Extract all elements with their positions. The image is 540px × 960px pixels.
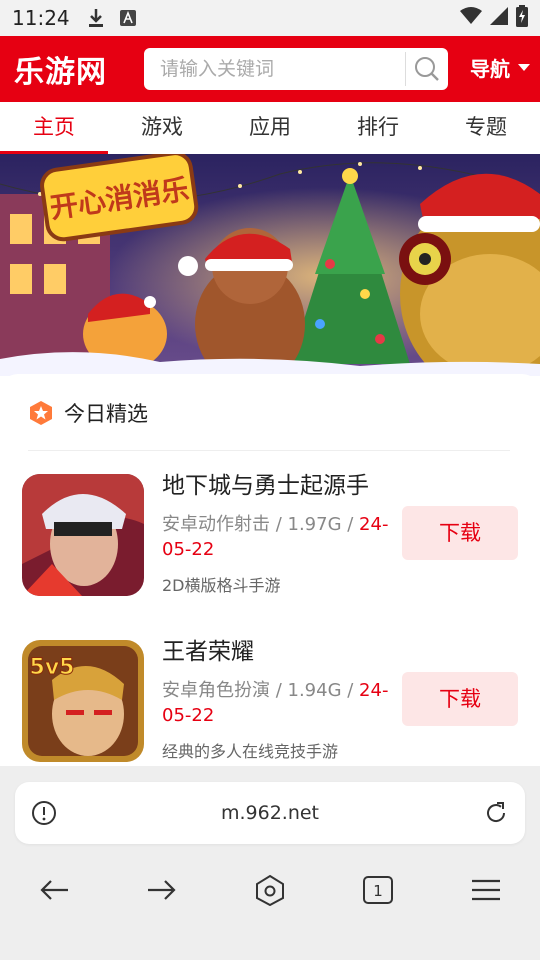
app-icon-dnf[interactable]	[22, 474, 144, 596]
search-icon	[415, 57, 439, 81]
promo-banner[interactable]: 开心消消乐	[0, 154, 540, 376]
tabs-button[interactable]: 1	[348, 862, 408, 918]
caret-down-icon	[518, 63, 530, 71]
home-button[interactable]	[240, 862, 300, 918]
tab-apps[interactable]: 应用	[216, 102, 324, 154]
search-button[interactable]	[406, 48, 448, 90]
wifi-icon	[460, 7, 482, 29]
browser-nav-row: 1	[0, 862, 540, 918]
list-item[interactable]: 地下城与勇士起源手 安卓动作射击 / 1.97G / 24-05-22 2D横版…	[22, 473, 522, 604]
app-icon-wzry[interactable]: 5v5	[22, 640, 144, 762]
battery-icon	[516, 5, 528, 31]
forward-button[interactable]	[132, 862, 192, 918]
section-title: 今日精选	[64, 402, 148, 426]
banner-illustration: 开心消消乐	[0, 154, 540, 376]
app-meta: 安卓角色扮演 / 1.94G / 24-05-22	[162, 678, 398, 728]
reload-button[interactable]	[467, 782, 525, 844]
home-icon	[256, 874, 284, 906]
search-input[interactable]	[144, 49, 405, 89]
site-header: 乐游网 导航	[0, 36, 540, 102]
nav-label: 导航	[470, 57, 510, 81]
arrow-right-icon	[148, 880, 176, 900]
reload-icon	[487, 802, 506, 822]
download-button[interactable]: 下载	[402, 672, 518, 726]
nav-menu-button[interactable]: 导航	[470, 53, 530, 82]
app-category-size: 安卓动作射击 / 1.97G /	[162, 514, 360, 535]
tab-rankings[interactable]: 排行	[324, 102, 432, 154]
tabs-icon: 1	[363, 876, 393, 904]
status-bar: 11:24	[0, 0, 540, 36]
tab-home[interactable]: 主页	[0, 102, 108, 154]
app-description: 2D横版格斗手游	[162, 576, 281, 595]
download-button[interactable]: 下载	[402, 506, 518, 560]
app-icon-text: 5v5	[30, 655, 75, 680]
address-bar[interactable]: m.962.net	[15, 782, 525, 844]
arrow-left-icon	[40, 880, 68, 900]
category-tabs: 主页 游戏 应用 排行 专题	[0, 102, 540, 154]
site-info-button[interactable]	[15, 782, 73, 844]
section-divider	[28, 450, 510, 451]
tab-games[interactable]: 游戏	[108, 102, 216, 154]
app-name[interactable]: 地下城与勇士起源手	[162, 466, 369, 500]
app-meta: 安卓动作射击 / 1.97G / 24-05-22	[162, 512, 398, 562]
site-logo[interactable]: 乐游网	[14, 47, 134, 91]
star-badge-icon	[30, 401, 52, 425]
featured-section: 今日精选 地下城与勇士起源手 安卓动作射击 / 1.97G / 24-05-22…	[0, 374, 540, 766]
download-icon	[86, 8, 106, 28]
menu-button[interactable]	[456, 862, 516, 918]
tab-topics[interactable]: 专题	[432, 102, 540, 154]
hamburger-icon	[472, 879, 500, 901]
url-text[interactable]: m.962.net	[73, 802, 467, 824]
list-item[interactable]: 5v5 王者荣耀 安卓角色扮演 / 1.94G / 24-05-22 经典的多人…	[22, 639, 522, 766]
search-box	[144, 48, 448, 90]
a-badge-icon	[118, 8, 138, 28]
section-header: 今日精选	[28, 398, 148, 428]
app-name[interactable]: 王者荣耀	[162, 632, 254, 666]
browser-toolbar: m.962.net 1	[0, 766, 540, 960]
status-time: 11:24	[12, 6, 70, 30]
back-button[interactable]	[24, 862, 84, 918]
signal-icon	[490, 7, 508, 29]
app-category-size: 安卓角色扮演 / 1.94G /	[162, 680, 360, 701]
tab-count: 1	[373, 882, 383, 900]
app-description: 经典的多人在线竞技手游	[162, 742, 339, 761]
info-icon	[32, 801, 56, 825]
